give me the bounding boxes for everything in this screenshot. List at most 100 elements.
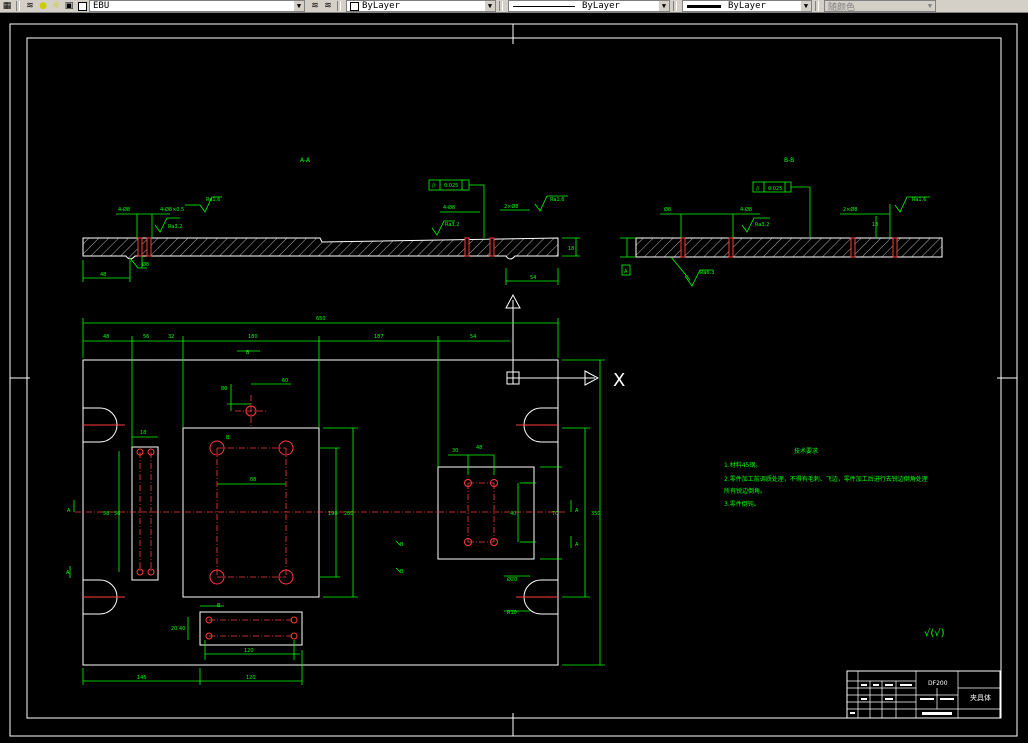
make-current-layer-icon[interactable]: ≋ (309, 1, 321, 11)
dim-right: 190 (328, 511, 338, 517)
svg-text:40: 40 (510, 511, 516, 517)
svg-text:80: 80 (221, 386, 227, 392)
svg-text:Ø8: Ø8 (664, 206, 671, 213)
svg-text:18: 18 (872, 222, 878, 228)
svg-text:56: 56 (114, 511, 120, 517)
ucs-icon (505, 293, 600, 386)
chevron-down-icon[interactable]: ▼ (294, 1, 304, 11)
svg-text:18: 18 (140, 430, 146, 436)
roughness-label: Ra3.2 (445, 222, 459, 228)
surface-finish-mark: √(√) (924, 628, 945, 639)
svg-text:58: 58 (103, 511, 109, 517)
svg-text:A: A (66, 570, 70, 576)
linetype-combo[interactable]: ByLayer ▼ (508, 0, 670, 12)
technical-requirements: 技术要求 1.材料45钢。 2.零件加工前调质处理，不得有毛刺、飞边，零件加工后… (724, 447, 928, 508)
tolerance-b-label: 0.025 (768, 186, 782, 192)
dim-top: 187 (374, 334, 384, 340)
svg-text:20: 20 (171, 626, 177, 632)
svg-text:40: 40 (179, 626, 185, 632)
layer-combo-value: EBU (93, 1, 110, 11)
plotstyle-combo-value: 随颜色 (828, 2, 856, 12)
color-combo[interactable]: ByLayer ▼ (346, 0, 496, 12)
bulb-icon[interactable]: ● (37, 1, 49, 11)
svg-text:Ø20: Ø20 (507, 576, 517, 583)
roughness-label: Ra1.6 (912, 197, 926, 203)
toolbar-separator (337, 1, 341, 11)
svg-text:4-Ø8: 4-Ø8 (740, 206, 752, 213)
tech-title: 技术要求 (794, 447, 818, 455)
svg-text:48: 48 (476, 445, 482, 451)
toolbar-separator (815, 1, 819, 11)
svg-text:4-Ø8×0.5: 4-Ø8×0.5 (160, 206, 184, 213)
dim-right: 280 (344, 511, 354, 517)
svg-text:2×Ø8: 2×Ø8 (504, 203, 519, 210)
svg-text:60: 60 (282, 378, 288, 384)
tech-note: 2.零件加工前调质处理，不得有毛刺、飞边，零件加工后进行去锐边倒角处理 (724, 475, 928, 483)
svg-text:B: B (217, 603, 221, 609)
sun-icon[interactable]: ☼ (50, 1, 62, 11)
roughness-label: Ra3.2 (755, 222, 769, 228)
svg-text:A: A (67, 508, 71, 514)
svg-text:A: A (575, 542, 579, 548)
toolbar-separator (499, 1, 503, 11)
dim-top: 48 (103, 334, 109, 340)
tolerance-a-label: 0.025 (444, 183, 458, 189)
layer-combo[interactable]: EBU ▼ (89, 0, 305, 12)
svg-text:70: 70 (552, 511, 558, 517)
svg-text:120: 120 (244, 648, 254, 654)
tech-note: 1.材料45钢。 (724, 461, 761, 469)
lineweight-swatch (687, 4, 721, 8)
svg-text:B: B (400, 542, 404, 548)
section-a-label: A-A (300, 157, 311, 164)
svg-text:B: B (246, 350, 250, 356)
color-combo-value: ByLayer (362, 1, 400, 11)
layer-color-swatch (78, 1, 87, 11)
svg-text://: // (756, 186, 760, 192)
chevron-down-icon[interactable]: ▼ (659, 1, 669, 11)
lineweight-combo[interactable]: ByLayer ▼ (682, 0, 812, 12)
toolbar-separator (673, 1, 677, 11)
svg-text:2×Ø8: 2×Ø8 (843, 206, 858, 213)
roughness-label: Ra6.3 (700, 270, 714, 276)
linetype-combo-value: ByLayer (582, 1, 620, 11)
tech-note: 3.零件倒钝。 (724, 500, 760, 508)
ucs-x-label: X (613, 370, 625, 391)
title-block-name: 夹具体 (970, 693, 991, 702)
properties-toolbar: ▦ ≋ ● ☼ ▣ EBU ▼ ≋ ≋ ByLayer ▼ ByLayer ▼ … (0, 0, 1028, 13)
linetype-swatch (513, 5, 575, 7)
layer-previous-icon[interactable]: ≋ (322, 1, 334, 11)
svg-text:A: A (624, 269, 628, 275)
dim-bottom: 145 (137, 675, 147, 681)
layer-manager-icon[interactable]: ▦ (1, 1, 13, 11)
dim-top: 54 (470, 334, 476, 340)
svg-text:88: 88 (250, 477, 256, 483)
section-a-view: A-A 4-Ø8 4-Ø8×0.5 Ra1.6 Ra3.2 48 18 54 /… (82, 157, 580, 285)
chevron-down-icon[interactable]: ▼ (801, 1, 811, 11)
plotstyle-combo[interactable]: 随颜色 ▼ (824, 0, 936, 12)
svg-text:32: 32 (168, 334, 174, 340)
section-b-view: B-B Ø8 4-Ø8 2×Ø8 Ra1.6 // 0.025 Ra3.2 Ra… (620, 157, 943, 287)
chevron-down-icon[interactable]: ▼ (925, 1, 935, 11)
svg-text:18: 18 (568, 246, 574, 252)
svg-text:54: 54 (530, 275, 536, 281)
roughness-label: Ra1.6 (550, 197, 564, 203)
svg-text:R10: R10 (507, 610, 517, 616)
lock-icon[interactable]: ▣ (63, 1, 75, 11)
roughness-label: Ra1.6 (206, 197, 220, 203)
layers-icon[interactable]: ≋ (24, 1, 36, 11)
svg-text:30: 30 (452, 448, 458, 454)
dim-top: 56 (143, 334, 149, 340)
svg-text:4-Ø8: 4-Ø8 (443, 204, 455, 211)
chevron-down-icon[interactable]: ▼ (485, 1, 495, 11)
title-block: DF200 夹具体 (846, 670, 1001, 719)
drawing-canvas[interactable]: A-A 4-Ø8 4-Ø8×0.5 Ra1.6 Ra3.2 48 18 54 /… (0, 13, 1028, 743)
color-swatch (350, 1, 359, 11)
title-block-code: DF200 (928, 680, 948, 687)
dim-top: 180 (248, 334, 258, 340)
toolbar-separator (16, 1, 20, 11)
svg-text:4-Ø8: 4-Ø8 (118, 206, 130, 213)
plan-view: 650 48 56 180 187 54 145 120 350 280 190… (66, 316, 605, 685)
svg-text:B: B (226, 435, 230, 441)
overall-width-dim: 650 (316, 316, 326, 322)
svg-text:B: B (400, 569, 404, 575)
